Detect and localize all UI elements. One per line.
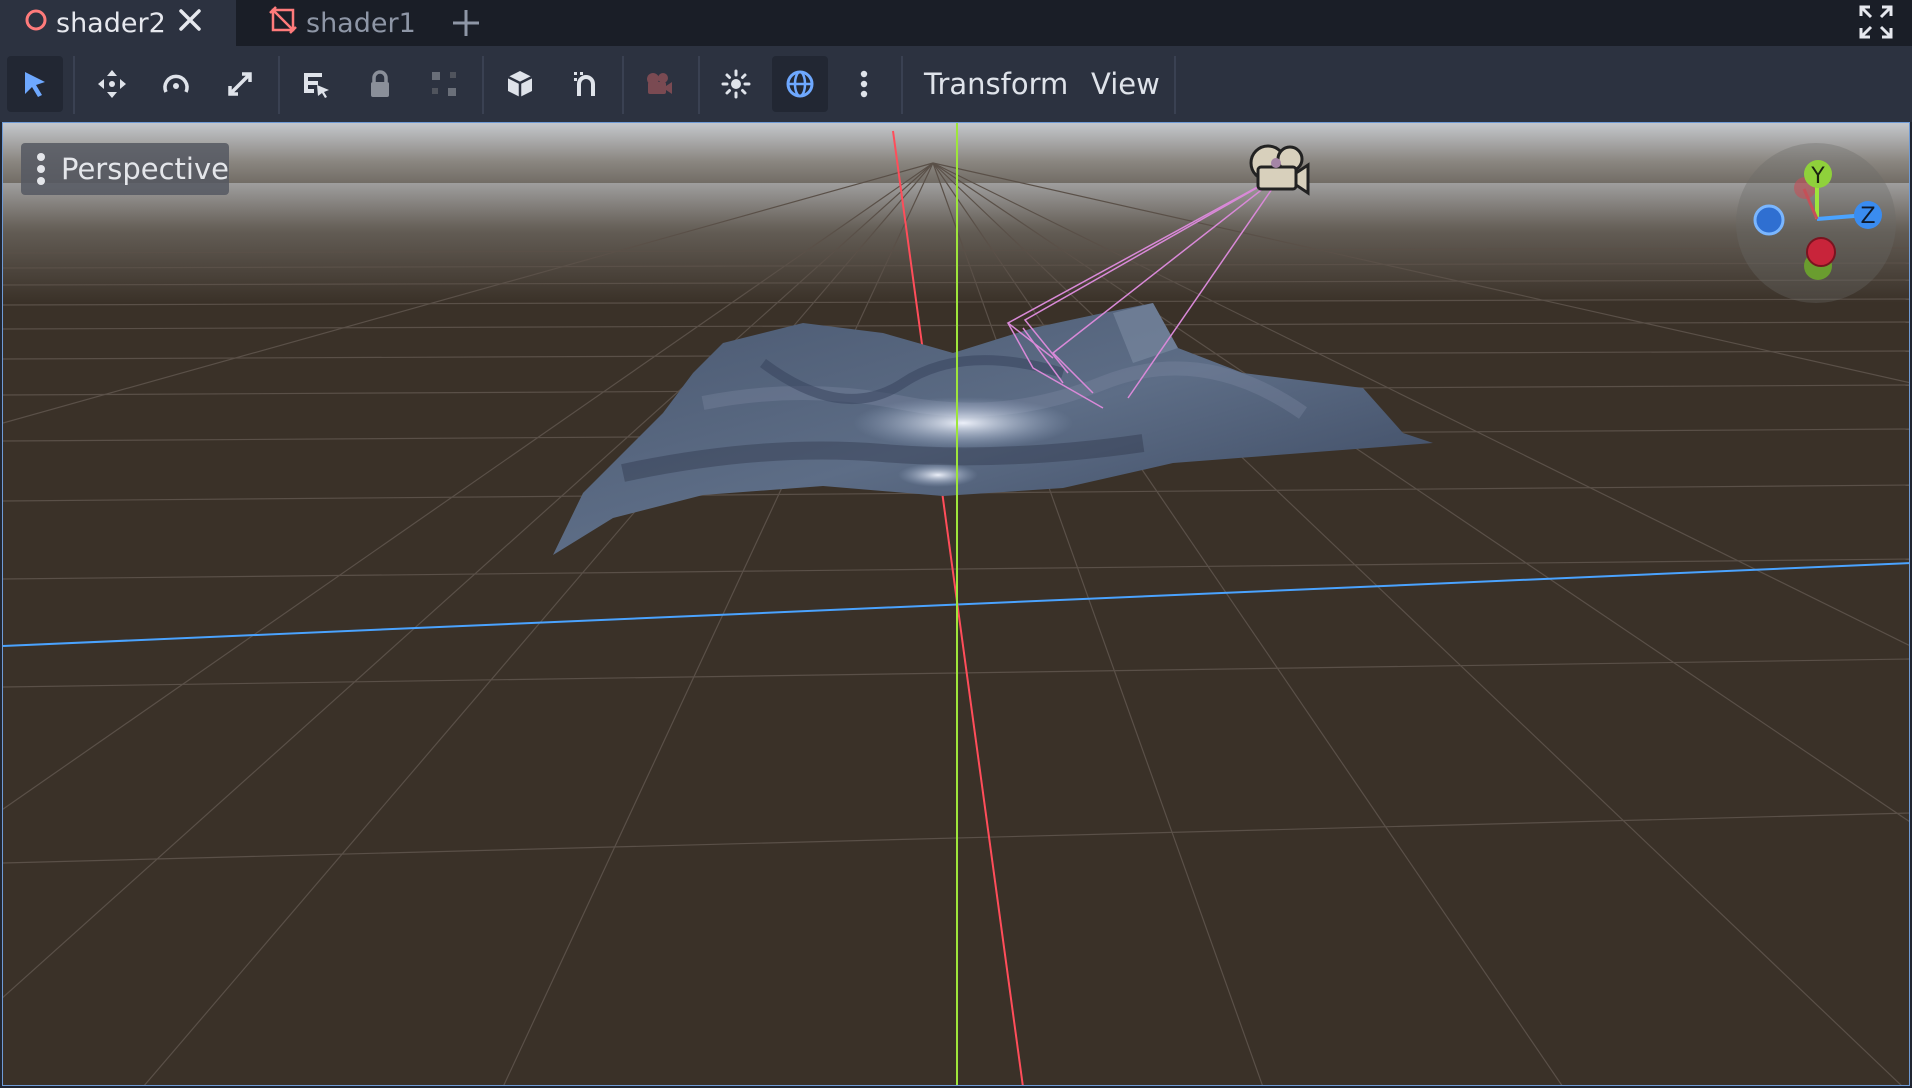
globe-icon	[786, 70, 814, 98]
sun-icon	[721, 69, 751, 99]
viewport-toolbar: Transform View	[0, 46, 1912, 122]
vertical-dots-icon	[860, 70, 868, 98]
lock-button[interactable]	[352, 56, 408, 112]
group-button[interactable]	[416, 56, 472, 112]
x-axis-dot[interactable]	[1806, 237, 1836, 267]
snap-button[interactable]	[558, 56, 614, 112]
y-axis-label: Y	[1810, 164, 1825, 189]
neg-z-axis-dot[interactable]	[1753, 204, 1785, 236]
cursor-icon	[25, 72, 45, 97]
scale-icon	[228, 72, 252, 96]
rotate-icon	[163, 74, 189, 93]
vertical-dots-icon	[21, 151, 61, 187]
tab-label: shader1	[306, 7, 416, 39]
transform-menu[interactable]: Transform	[924, 56, 1068, 112]
node3d-icon	[268, 5, 298, 42]
ring-icon	[24, 8, 48, 39]
sun-toggle-button[interactable]	[708, 56, 764, 112]
3d-viewport[interactable]: Perspective Y Z	[2, 122, 1910, 1086]
move-icon	[98, 70, 126, 98]
camera-icon	[647, 73, 672, 94]
perspective-menu-button[interactable]: Perspective	[21, 143, 229, 195]
z-axis-label: Z	[1860, 204, 1875, 229]
scene-tab-bar: shader2 shader1	[0, 0, 1912, 46]
close-icon[interactable]	[176, 6, 204, 41]
select-tool-button[interactable]	[7, 56, 63, 112]
expand-icon	[1859, 5, 1893, 39]
plus-icon	[453, 10, 479, 36]
list-select-icon	[304, 73, 329, 98]
camera-gizmo-icon[interactable]	[1249, 144, 1310, 196]
view-menu[interactable]: View	[1091, 56, 1160, 112]
tab-shader2[interactable]: shader2	[0, 0, 236, 46]
tab-shader1[interactable]: shader1	[256, 0, 436, 46]
perspective-label: Perspective	[61, 152, 229, 186]
scale-tool-button[interactable]	[212, 56, 268, 112]
move-tool-button[interactable]	[84, 56, 140, 112]
add-tab-button[interactable]	[450, 0, 482, 46]
magnet-icon	[574, 72, 595, 96]
orientation-gizmo[interactable]: Y Z	[1734, 141, 1899, 306]
rotate-tool-button[interactable]	[148, 56, 204, 112]
environment-toggle-button[interactable]	[772, 56, 828, 112]
fullscreen-button[interactable]	[1858, 4, 1894, 40]
tab-label: shader2	[56, 7, 166, 39]
local-space-button[interactable]	[492, 56, 548, 112]
cube-icon	[507, 71, 533, 97]
scene-render	[3, 123, 1909, 1085]
group-icon	[432, 72, 456, 96]
lock-icon	[371, 70, 389, 97]
list-select-button[interactable]	[288, 56, 344, 112]
more-options-button[interactable]	[836, 56, 892, 112]
camera-preview-button[interactable]	[630, 56, 686, 112]
